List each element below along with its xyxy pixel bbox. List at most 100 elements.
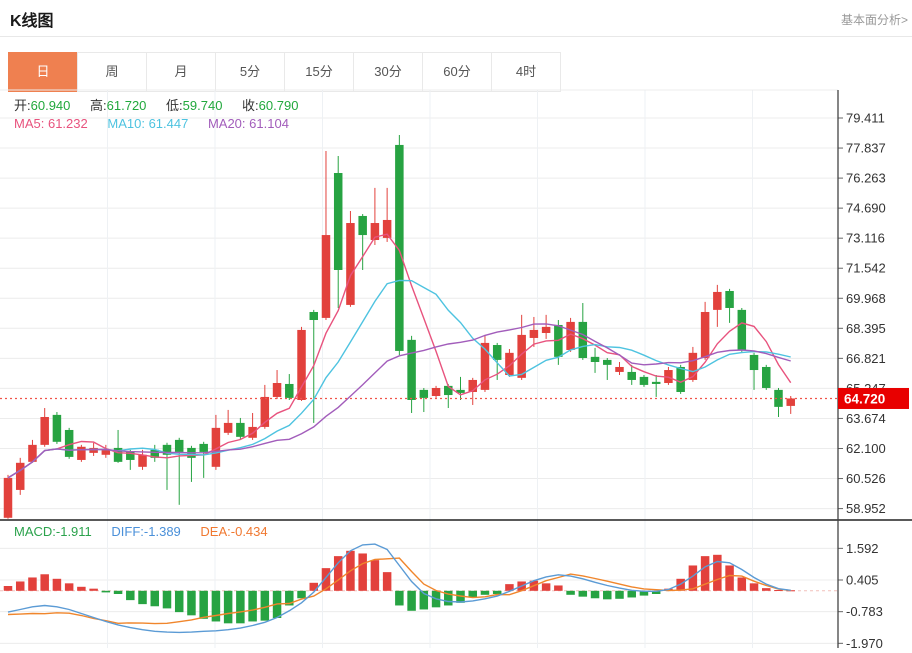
macd-bar bbox=[579, 591, 588, 597]
macd-bar bbox=[151, 591, 160, 606]
macd-tick-label: 0.405 bbox=[846, 573, 879, 588]
candle-body bbox=[542, 327, 551, 333]
macd-bar bbox=[591, 591, 600, 598]
macd-readout: MACD:-1.911 DIFF:-1.389 DEA:-0.434 bbox=[14, 524, 284, 539]
diff-line bbox=[8, 544, 791, 632]
price-tick-label: 73.116 bbox=[846, 231, 885, 246]
candle-body bbox=[285, 384, 294, 398]
macd-bar bbox=[371, 560, 380, 591]
candle-body bbox=[530, 330, 539, 338]
macd-bar bbox=[481, 591, 490, 595]
macd-bar bbox=[713, 555, 722, 591]
candle-body bbox=[603, 360, 612, 365]
candle-body bbox=[77, 447, 86, 460]
macd-bar bbox=[4, 586, 13, 591]
macd-bar bbox=[297, 591, 306, 598]
macd-bar bbox=[627, 591, 636, 598]
price-tick-label: 63.674 bbox=[846, 411, 886, 426]
macd-bar bbox=[407, 591, 416, 611]
macd-bar bbox=[16, 581, 25, 590]
candle-body bbox=[358, 216, 367, 235]
price-tick-label: 62.100 bbox=[846, 441, 886, 456]
candle-body bbox=[762, 367, 771, 388]
candle-body bbox=[175, 440, 184, 452]
ma5-readout: MA5: 61.232 bbox=[14, 116, 88, 131]
macd-bar bbox=[199, 591, 208, 619]
macd-bar bbox=[163, 591, 172, 609]
macd-bar bbox=[468, 591, 477, 598]
price-tick-label: 69.968 bbox=[846, 291, 886, 306]
macd-bar bbox=[554, 585, 563, 590]
price-tick-label: 79.411 bbox=[846, 111, 885, 126]
candle-body bbox=[224, 423, 233, 433]
macd-bar bbox=[383, 572, 392, 591]
candle-body bbox=[346, 223, 355, 305]
macd-bar bbox=[261, 591, 270, 621]
candle-body bbox=[273, 383, 282, 397]
candle-body bbox=[738, 310, 747, 350]
candle-body bbox=[505, 353, 514, 375]
macd-bar bbox=[774, 590, 783, 591]
macd-bar bbox=[603, 591, 612, 600]
macd-bar bbox=[542, 583, 551, 590]
macd-bar bbox=[138, 591, 147, 604]
price-tick-label: 77.837 bbox=[846, 141, 886, 156]
open-label: 开: bbox=[14, 98, 31, 113]
candle-body bbox=[16, 463, 25, 490]
close-label: 收: bbox=[242, 98, 259, 113]
candle-body bbox=[713, 292, 722, 310]
ma10-readout: MA10: 61.447 bbox=[107, 116, 188, 131]
macd-bar bbox=[248, 591, 257, 622]
candle-body bbox=[395, 145, 404, 351]
ohlc-readout: 开:60.940 高:61.720 低:59.740 收:60.790 bbox=[14, 95, 314, 114]
candle-body bbox=[750, 355, 759, 370]
macd-tick-label: -1.970 bbox=[846, 636, 883, 648]
price-tick-label: 74.690 bbox=[846, 201, 886, 216]
low-value: 59.740 bbox=[183, 98, 223, 113]
ma20-readout: MA20: 61.104 bbox=[208, 116, 289, 131]
macd-bar bbox=[114, 591, 123, 594]
candle-body bbox=[420, 390, 429, 398]
price-tick-label: 71.542 bbox=[846, 261, 886, 276]
candle-body bbox=[701, 312, 710, 358]
current-price-badge-label: 64.720 bbox=[844, 391, 885, 406]
candle-body bbox=[297, 330, 306, 400]
macd-bar bbox=[212, 591, 221, 622]
ma-readout: MA5: 61.232 MA10: 61.447 MA20: 61.104 bbox=[14, 116, 305, 131]
candle-body bbox=[786, 398, 795, 405]
candle-body bbox=[53, 415, 62, 442]
macd-bar bbox=[358, 553, 367, 590]
candle-body bbox=[627, 372, 636, 380]
candle-body bbox=[407, 340, 416, 400]
candle-body bbox=[652, 382, 661, 384]
candle-body bbox=[89, 448, 98, 453]
macd-bar bbox=[40, 574, 49, 591]
candle-body bbox=[310, 312, 319, 320]
price-tick-label: 68.395 bbox=[846, 321, 886, 336]
price-tick-label: 58.952 bbox=[846, 501, 886, 516]
macd-bar bbox=[725, 565, 734, 590]
high-label: 高: bbox=[90, 98, 107, 113]
macd-bar bbox=[236, 591, 245, 624]
macd-bar bbox=[28, 577, 37, 590]
macd-bar bbox=[53, 579, 62, 591]
diff-value-readout: DIFF:-1.389 bbox=[111, 524, 180, 539]
macd-tick-label: 1.592 bbox=[846, 541, 879, 556]
close-value: 60.790 bbox=[259, 98, 299, 113]
macd-bar bbox=[187, 591, 196, 616]
macd-bar bbox=[126, 591, 135, 600]
macd-value-readout: MACD:-1.911 bbox=[14, 524, 92, 539]
macd-bar bbox=[77, 587, 86, 591]
macd-bar bbox=[89, 589, 98, 591]
candle-body bbox=[432, 388, 441, 396]
candle-body bbox=[493, 345, 502, 360]
candle-body bbox=[591, 357, 600, 362]
candle-body bbox=[615, 367, 624, 372]
candle-body bbox=[322, 235, 331, 318]
candle-body bbox=[40, 417, 49, 445]
macd-bar bbox=[566, 591, 575, 595]
price-tick-label: 66.821 bbox=[846, 351, 886, 366]
macd-bar bbox=[175, 591, 184, 612]
high-value: 61.720 bbox=[107, 98, 147, 113]
macd-bar bbox=[615, 591, 624, 599]
